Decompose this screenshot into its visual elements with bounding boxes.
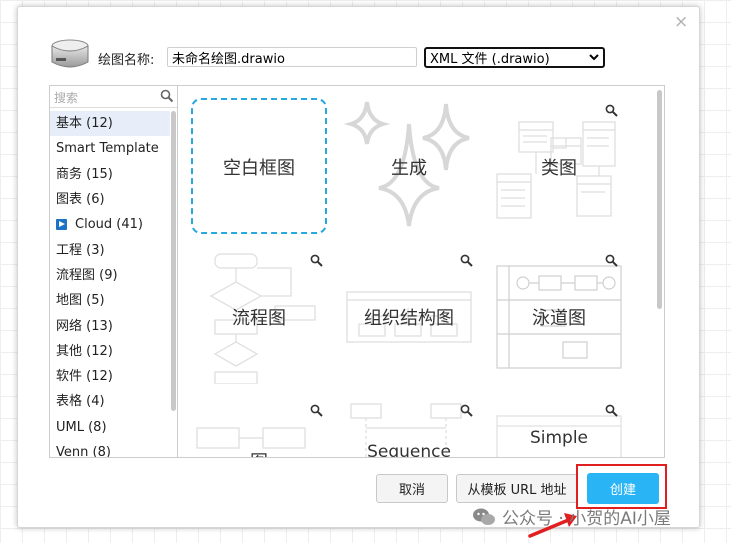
zoom-icon[interactable] <box>310 254 323 267</box>
highlight-box <box>576 464 667 509</box>
category-label: 表格 (4) <box>56 394 105 410</box>
search-icon[interactable] <box>160 89 174 103</box>
cloud-play-icon <box>56 219 67 231</box>
category-label: 商务 (15) <box>56 166 113 182</box>
category-label: 工程 (3) <box>56 242 105 258</box>
template-class-diagram[interactable]: 类图 <box>491 98 627 234</box>
sidebar-scrollbar[interactable] <box>171 111 176 411</box>
template-swimlane[interactable]: 泳道图 <box>491 248 627 384</box>
cancel-button[interactable]: 取消 <box>376 474 448 503</box>
category-item-network[interactable]: 网络 (13) <box>50 313 170 338</box>
category-label: Venn (8) <box>56 445 111 458</box>
template-label: 组织结构图 <box>364 308 454 329</box>
category-label: 软件 (12) <box>56 369 113 385</box>
zoom-icon[interactable] <box>605 104 618 117</box>
category-item-engineering[interactable]: 工程 (3) <box>50 237 170 262</box>
zoom-icon[interactable] <box>605 404 618 417</box>
category-label: Smart Template <box>56 141 159 157</box>
watermark-text: 公众号 · 小贺的AI小屋 <box>502 509 671 529</box>
zoom-icon[interactable] <box>310 404 323 417</box>
template-label: 生成 <box>391 158 427 179</box>
category-list: 基本 (12) Smart Template 商务 (15) 图表 (6) Cl… <box>50 111 170 458</box>
template-label: 类图 <box>541 158 577 179</box>
wechat-icon <box>473 508 495 525</box>
category-label: UML (8) <box>56 419 107 435</box>
format-select-value: XML 文件 (.drawio) <box>430 52 550 67</box>
category-label: 图表 (6) <box>56 192 105 208</box>
template-flowchart[interactable]: 流程图 <box>191 248 327 384</box>
drive-icon <box>51 39 89 68</box>
category-item-charts[interactable]: 图表 (6) <box>50 187 170 212</box>
category-label: Cloud (41) <box>75 217 143 233</box>
category-item-basic[interactable]: 基本 (12) <box>50 111 170 137</box>
category-label: 基本 (12) <box>56 116 113 132</box>
template-label: 图 <box>191 448 327 457</box>
category-sidebar: 搜索 基本 (12) Smart Template 商务 (15) 图表 (6)… <box>49 85 177 458</box>
template-label: 空白框图 <box>223 158 295 179</box>
category-label: 网络 (13) <box>56 318 113 334</box>
category-item-cloud[interactable]: Cloud (41) <box>50 212 170 237</box>
chevron-down-icon <box>589 54 599 61</box>
template-label: 泳道图 <box>532 308 586 329</box>
filename-label: 绘图名称: <box>98 53 155 68</box>
template-diagram[interactable]: 图 <box>191 398 327 457</box>
category-label: 流程图 (9) <box>56 267 118 283</box>
category-item-tables[interactable]: 表格 (4) <box>50 389 170 414</box>
template-generate[interactable]: 生成 <box>341 98 477 234</box>
category-label: 地图 (5) <box>56 293 105 309</box>
template-label: Simple <box>529 428 589 448</box>
category-search[interactable]: 搜索 <box>50 86 177 108</box>
template-sequence[interactable]: Sequence <box>341 398 477 458</box>
template-simple[interactable]: Simple <box>491 398 627 457</box>
filename-input[interactable] <box>167 47 417 67</box>
category-item-other[interactable]: 其他 (12) <box>50 339 170 364</box>
close-icon[interactable]: × <box>674 14 688 31</box>
category-item-maps[interactable]: 地图 (5) <box>50 288 170 313</box>
zoom-icon[interactable] <box>605 254 618 267</box>
zoom-icon[interactable] <box>460 404 473 417</box>
category-label: 其他 (12) <box>56 343 113 359</box>
category-item-flowchart[interactable]: 流程图 (9) <box>50 263 170 288</box>
template-grid-scrollbar[interactable] <box>657 90 662 309</box>
template-blank[interactable]: 空白框图 <box>191 98 327 234</box>
template-label: Sequence <box>367 442 451 458</box>
search-input[interactable]: 搜索 <box>54 89 78 106</box>
format-select[interactable]: XML 文件 (.drawio) <box>424 47 605 68</box>
template-grid: 空白框图 生成 类图 流程图 组织结构图 泳道图 Sequence Simple <box>177 85 665 458</box>
category-item-venn[interactable]: Venn (8) <box>50 440 170 458</box>
watermark: 公众号 · 小贺的AI小屋 <box>472 504 671 529</box>
template-label: 流程图 <box>232 308 286 329</box>
template-org-chart[interactable]: 组织结构图 <box>341 248 477 384</box>
category-item-business[interactable]: 商务 (15) <box>50 162 170 187</box>
category-item-smart-template[interactable]: Smart Template <box>50 136 170 161</box>
from-template-url-button[interactable]: 从模板 URL 地址 <box>456 474 578 503</box>
zoom-icon[interactable] <box>460 254 473 267</box>
category-item-uml[interactable]: UML (8) <box>50 415 170 440</box>
category-item-software[interactable]: 软件 (12) <box>50 364 170 389</box>
